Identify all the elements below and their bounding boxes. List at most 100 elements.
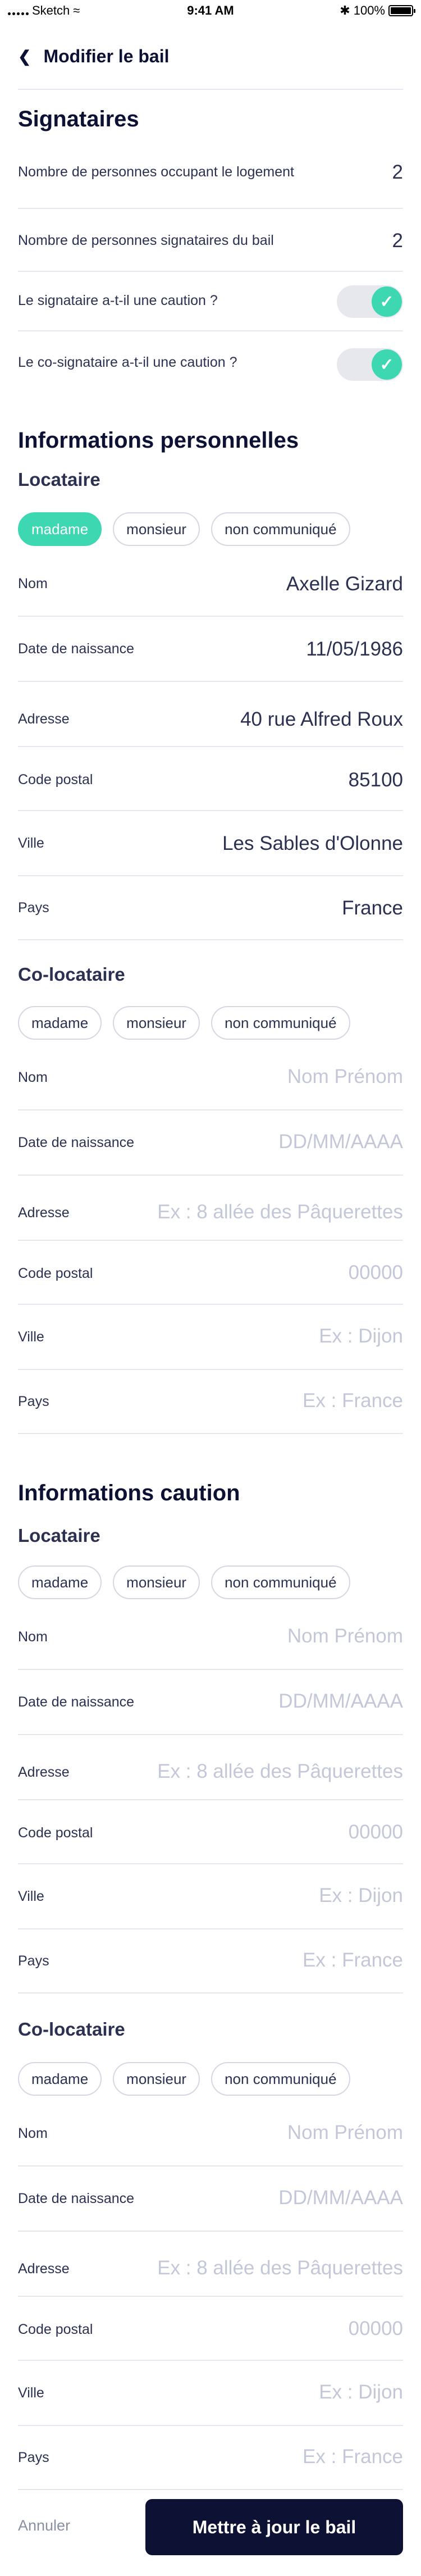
signataires-count-value[interactable]: 2 — [392, 230, 403, 252]
field-adresse: Adresse — [18, 1735, 403, 1800]
nom-input[interactable] — [139, 1625, 403, 1647]
subsection-title-caution-locataire: Locataire — [18, 1525, 100, 1546]
pays-input[interactable] — [139, 1949, 403, 1972]
battery-icon — [388, 5, 415, 16]
field-code-postal: Code postal — [18, 2297, 403, 2361]
field-label: Nom — [18, 576, 48, 591]
section-title-signataires: Signataires — [18, 107, 139, 131]
cancel-button[interactable]: Annuler — [18, 2517, 70, 2534]
chip-monsieur[interactable]: monsieur — [113, 1565, 200, 1599]
cosignataire-caution-toggle[interactable]: ✓ — [337, 348, 403, 381]
field-date-naissance: Date de naissance 11/05/1986 — [18, 617, 403, 682]
field-nom: Nom — [18, 2101, 403, 2167]
date-naissance-input[interactable] — [139, 1131, 403, 1153]
field-code-postal: Code postal 85100 — [18, 747, 403, 811]
subsection-title-colocataire: Co-locataire — [18, 964, 125, 985]
update-lease-button[interactable]: Mettre à jour le bail — [145, 2499, 403, 2555]
chip-madame[interactable]: madame — [18, 1565, 102, 1599]
code-postal-input[interactable] — [139, 2318, 403, 2340]
field-label: Nom — [18, 1069, 48, 1085]
civilite-chips-caution-colocataire: madame monsieur non communiqué — [18, 2062, 350, 2096]
field-pays: Pays — [18, 1370, 403, 1434]
row-label: Le signataire a-t-il une caution ? — [18, 293, 218, 308]
check-icon: ✓ — [372, 349, 402, 380]
pays-value[interactable]: France — [342, 897, 403, 920]
code-postal-input[interactable] — [139, 1262, 403, 1284]
subsection-title-locataire: Locataire — [18, 469, 100, 490]
adresse-input[interactable] — [139, 1201, 403, 1223]
chip-monsieur[interactable]: monsieur — [113, 512, 200, 546]
status-bar: Sketch ≈ 9:41 AM ✱ 100% — [0, 0, 421, 22]
bluetooth-icon: ✱ — [340, 3, 350, 17]
field-label: Nom — [18, 2126, 48, 2141]
chip-non-communique[interactable]: non communiqué — [211, 2062, 350, 2096]
nom-input[interactable] — [139, 1066, 403, 1088]
chip-madame[interactable]: madame — [18, 1006, 102, 1040]
row-label: Le co-signataire a-t-il une caution ? — [18, 354, 237, 370]
row-label: Nombre de personnes signataires du bail — [18, 233, 274, 248]
chip-non-communique[interactable]: non communiqué — [211, 512, 350, 546]
field-code-postal: Code postal — [18, 1800, 403, 1864]
code-postal-value[interactable]: 85100 — [349, 769, 403, 791]
field-label: Ville — [18, 1329, 44, 1345]
signataire-caution-toggle[interactable]: ✓ — [337, 285, 403, 318]
field-date-naissance: Date de naissance — [18, 2167, 403, 2232]
field-adresse: Adresse — [18, 2232, 403, 2297]
field-label: Adresse — [18, 2261, 70, 2277]
ville-input[interactable] — [139, 2381, 403, 2404]
field-label: Adresse — [18, 1764, 70, 1780]
row-signataire-caution: Le signataire a-t-il une caution ? ✓ — [18, 272, 403, 331]
field-label: Date de naissance — [18, 1135, 135, 1150]
adresse-value[interactable]: 40 rue Alfred Roux — [240, 708, 403, 731]
field-label: Adresse — [18, 711, 70, 727]
nom-value[interactable]: Axelle Gizard — [286, 573, 403, 595]
field-pays: Pays — [18, 1929, 403, 1994]
field-ville: Ville — [18, 2361, 403, 2426]
adresse-input[interactable] — [139, 1760, 403, 1783]
field-label: Adresse — [18, 1205, 70, 1221]
page-title: Modifier le bail — [43, 45, 170, 66]
row-cosignataire-caution: Le co-signataire a-t-il une caution ? ✓ — [18, 331, 403, 393]
field-label: Pays — [18, 1394, 49, 1409]
field-label: Code postal — [18, 2322, 93, 2337]
date-naissance-input[interactable] — [139, 2187, 403, 2209]
ville-input[interactable] — [139, 1885, 403, 1907]
back-button[interactable]: ❮ Modifier le bail — [18, 45, 170, 67]
date-naissance-value[interactable]: 11/05/1986 — [306, 638, 403, 661]
occupants-value[interactable]: 2 — [392, 161, 403, 184]
chip-madame[interactable]: madame — [18, 2062, 102, 2096]
nom-input[interactable] — [139, 2122, 403, 2144]
field-label: Nom — [18, 1629, 48, 1645]
field-ville: Ville — [18, 1864, 403, 1929]
date-naissance-input[interactable] — [139, 1690, 403, 1713]
pays-input[interactable] — [139, 2446, 403, 2468]
chip-non-communique[interactable]: non communiqué — [211, 1006, 350, 1040]
civilite-chips-caution-locataire: madame monsieur non communiqué — [18, 1565, 350, 1599]
field-date-naissance: Date de naissance — [18, 1670, 403, 1735]
field-adresse: Adresse 40 rue Alfred Roux — [18, 682, 403, 747]
field-label: Ville — [18, 2385, 44, 2401]
chip-madame[interactable]: madame — [18, 512, 102, 546]
ville-value[interactable]: Les Sables d'Olonne — [222, 832, 403, 855]
civilite-chips-colocataire: madame monsieur non communiqué — [18, 1006, 350, 1040]
field-pays: Pays — [18, 2426, 403, 2490]
field-label: Ville — [18, 1888, 44, 1904]
chip-monsieur[interactable]: monsieur — [113, 2062, 200, 2096]
adresse-input[interactable] — [139, 2257, 403, 2279]
battery-percentage: 100% — [353, 3, 385, 17]
field-nom: Nom Axelle Gizard — [18, 552, 403, 617]
row-label: Nombre de personnes occupant le logement — [18, 164, 294, 180]
field-ville: Ville — [18, 1305, 403, 1370]
chip-monsieur[interactable]: monsieur — [113, 1006, 200, 1040]
pays-input[interactable] — [139, 1390, 403, 1412]
field-label: Code postal — [18, 1825, 93, 1841]
field-pays: Pays France — [18, 876, 403, 940]
field-code-postal: Code postal — [18, 1241, 403, 1305]
civilite-chips-locataire: madame monsieur non communiqué — [18, 512, 350, 546]
ville-input[interactable] — [139, 1325, 403, 1348]
chevron-left-icon: ❮ — [18, 47, 31, 65]
row-occupants: Nombre de personnes occupant le logement… — [18, 147, 403, 209]
code-postal-input[interactable] — [139, 1821, 403, 1844]
field-nom: Nom — [18, 1045, 403, 1110]
chip-non-communique[interactable]: non communiqué — [211, 1565, 350, 1599]
